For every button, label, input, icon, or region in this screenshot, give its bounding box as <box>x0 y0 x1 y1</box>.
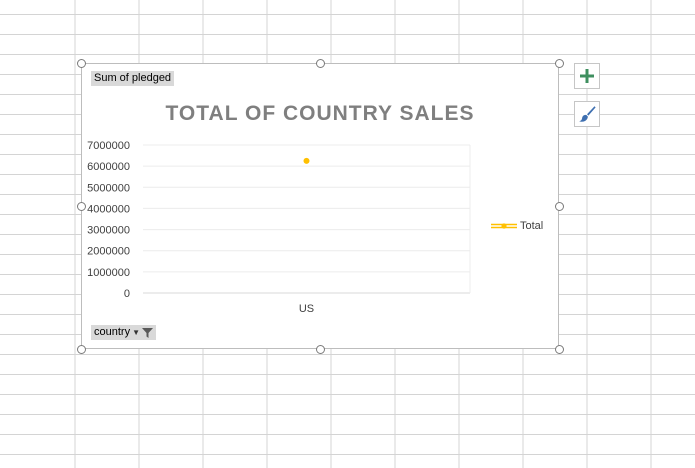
value-field-button[interactable]: Sum of pledged <box>91 71 175 86</box>
resize-handle-top-middle[interactable] <box>316 59 325 68</box>
filter-icon <box>142 328 153 338</box>
paintbrush-icon <box>579 106 596 122</box>
resize-handle-bottom-left[interactable] <box>77 345 86 354</box>
value-field-label: Sum of pledged <box>94 72 172 84</box>
resize-handle-top-right[interactable] <box>555 59 564 68</box>
legend-label-total: Total <box>520 220 544 232</box>
resize-handle-middle-right[interactable] <box>555 202 564 211</box>
resize-handle-bottom-right[interactable] <box>555 345 564 354</box>
plus-icon <box>580 69 594 83</box>
chart-title: TOTAL OF COUNTRY SALES <box>165 102 475 125</box>
legend-marker-total <box>491 223 517 229</box>
legend: Total <box>491 220 543 232</box>
resize-handle-bottom-middle[interactable] <box>316 345 325 354</box>
dropdown-arrow-icon: ▼ <box>132 328 140 337</box>
resize-handle-middle-left[interactable] <box>77 202 86 211</box>
chart-elements-button[interactable] <box>574 63 600 89</box>
axis-field-label: country <box>94 326 131 338</box>
resize-handle-top-left[interactable] <box>77 59 86 68</box>
chart-styles-button[interactable] <box>574 101 600 127</box>
axis-field-button[interactable]: country ▼ <box>91 325 156 340</box>
